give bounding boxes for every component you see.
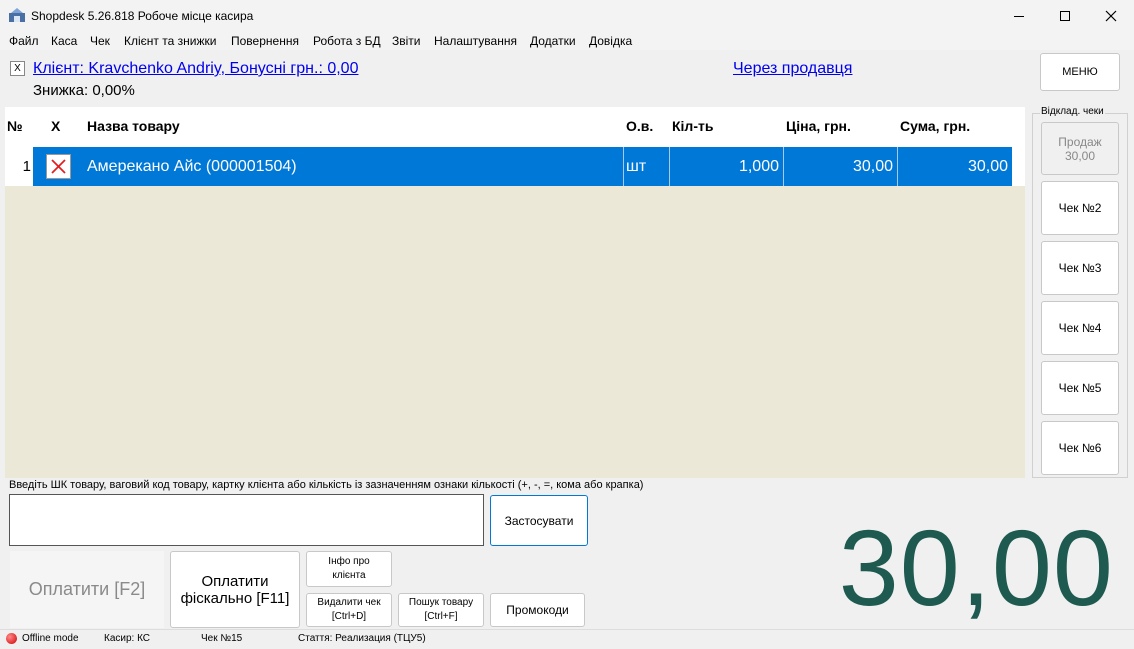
client-info-label-2: клієнта [332, 570, 366, 581]
delete-x-icon [51, 159, 66, 174]
table-header: № X Назва товару О.в. Кіл-ть Ціна, грн. … [5, 107, 1025, 147]
header-qty: Кіл-ть [672, 118, 714, 134]
discount-label: Знижка: 0,00% [33, 82, 135, 99]
items-table: № X Назва товару О.в. Кіл-ть Ціна, грн. … [5, 107, 1025, 478]
menu-returns[interactable]: Повернення [231, 34, 299, 48]
menu-reports[interactable]: Звіти [392, 34, 421, 48]
menu-client-discounts[interactable]: Клієнт та знижки [124, 34, 216, 48]
row-price: 30,00 [784, 147, 898, 186]
check-4-button[interactable]: Чек №4 [1041, 301, 1119, 355]
apply-button[interactable]: Застосувати [490, 495, 588, 546]
row-qty: 1,000 [670, 147, 784, 186]
client-info-button[interactable]: Інфо про клієнта [306, 551, 392, 587]
input-hint: Введіть ШК товару, ваговий код товару, к… [9, 479, 644, 491]
search-product-label-1: Пошук товару [408, 597, 474, 608]
status-check: Чек №15 [201, 633, 243, 644]
client-info-label-1: Інфо про [328, 556, 370, 567]
table-row[interactable]: 1 Амерекано Айс (000001504) шт 1,000 30,… [5, 147, 1025, 186]
deferred-checks-label: Відклад. чеки [1040, 106, 1105, 117]
row-delete-cell [33, 147, 85, 186]
main-menu-button[interactable]: МЕНЮ [1040, 53, 1120, 91]
menu-bar: Файл Каса Чек Клієнт та знижки Поверненн… [0, 32, 1134, 50]
sale-amount: 30,00 [1064, 148, 1096, 163]
header-delete: X [51, 118, 61, 134]
menu-help[interactable]: Довідка [589, 34, 632, 48]
pay-button[interactable]: Оплатити [F2] [10, 551, 164, 628]
check-5-button[interactable]: Чек №5 [1041, 361, 1119, 415]
total-amount: 30,00 [838, 507, 1114, 628]
row-number: 1 [22, 158, 31, 175]
search-product-label-2: [Ctrl+F] [424, 611, 458, 622]
status-article: Стаття: Реализация (ТЦУ5) [298, 633, 426, 644]
header-num: № [7, 118, 23, 134]
search-product-button[interactable]: Пошук товару [Ctrl+F] [398, 593, 484, 627]
close-button[interactable] [1088, 0, 1134, 32]
check-2-button[interactable]: Чек №2 [1041, 181, 1119, 235]
row-sum: 30,00 [898, 147, 1012, 186]
menu-database[interactable]: Робота з БД [313, 34, 381, 48]
status-bar: Offline mode Касир: КС Чек №15 Стаття: Р… [0, 629, 1134, 649]
sale-label: Продаж [1058, 134, 1102, 149]
delete-check-label-1: Видалити чек [317, 597, 381, 608]
minimize-icon [1014, 16, 1024, 17]
minimize-button[interactable] [996, 0, 1042, 32]
header-name: Назва товару [87, 118, 180, 134]
menu-file[interactable]: Файл [9, 34, 39, 48]
check-6-button[interactable]: Чек №6 [1041, 421, 1119, 475]
row-unit: шт [624, 147, 670, 186]
delete-check-button[interactable]: Видалити чек [Ctrl+D] [306, 593, 392, 627]
header-price: Ціна, грн. [786, 118, 851, 134]
menu-cash[interactable]: Каса [51, 34, 77, 48]
app-icon [9, 8, 25, 22]
remove-client-button[interactable]: X [10, 61, 25, 76]
maximize-icon [1060, 11, 1070, 21]
status-cashier: Касир: КС [104, 633, 151, 644]
pay-fiscal-label-1: Оплатити [201, 572, 269, 590]
delete-row-button[interactable] [46, 154, 71, 179]
barcode-input[interactable] [9, 494, 484, 546]
delete-check-label-2: [Ctrl+D] [331, 611, 367, 622]
header-unit: О.в. [626, 118, 654, 134]
seller-link[interactable]: Через продавця [733, 60, 852, 78]
close-icon [1105, 10, 1117, 22]
check-3-button[interactable]: Чек №3 [1041, 241, 1119, 295]
status-mode: Offline mode [22, 633, 79, 644]
title-bar: Shopdesk 5.26.818 Робоче місце касира [0, 0, 1134, 32]
window-title: Shopdesk 5.26.818 Робоче місце касира [31, 9, 254, 23]
menu-addons[interactable]: Додатки [530, 34, 576, 48]
pay-fiscal-button[interactable]: Оплатити фіскально [F11] [170, 551, 300, 628]
pay-fiscal-label-2: фіскально [F11] [180, 589, 290, 607]
row-name: Амерекано Айс (000001504) [85, 147, 624, 186]
sale-button[interactable]: Продаж 30,00 [1041, 122, 1119, 175]
client-link[interactable]: Клієнт: Kravchenko Andriy, Бонусні грн.:… [33, 60, 358, 78]
promo-codes-button[interactable]: Промокоди [490, 593, 585, 627]
offline-status-icon [6, 633, 17, 644]
menu-check[interactable]: Чек [90, 34, 110, 48]
maximize-button[interactable] [1042, 0, 1088, 32]
header-sum: Сума, грн. [900, 118, 971, 134]
menu-settings[interactable]: Налаштування [434, 34, 517, 48]
